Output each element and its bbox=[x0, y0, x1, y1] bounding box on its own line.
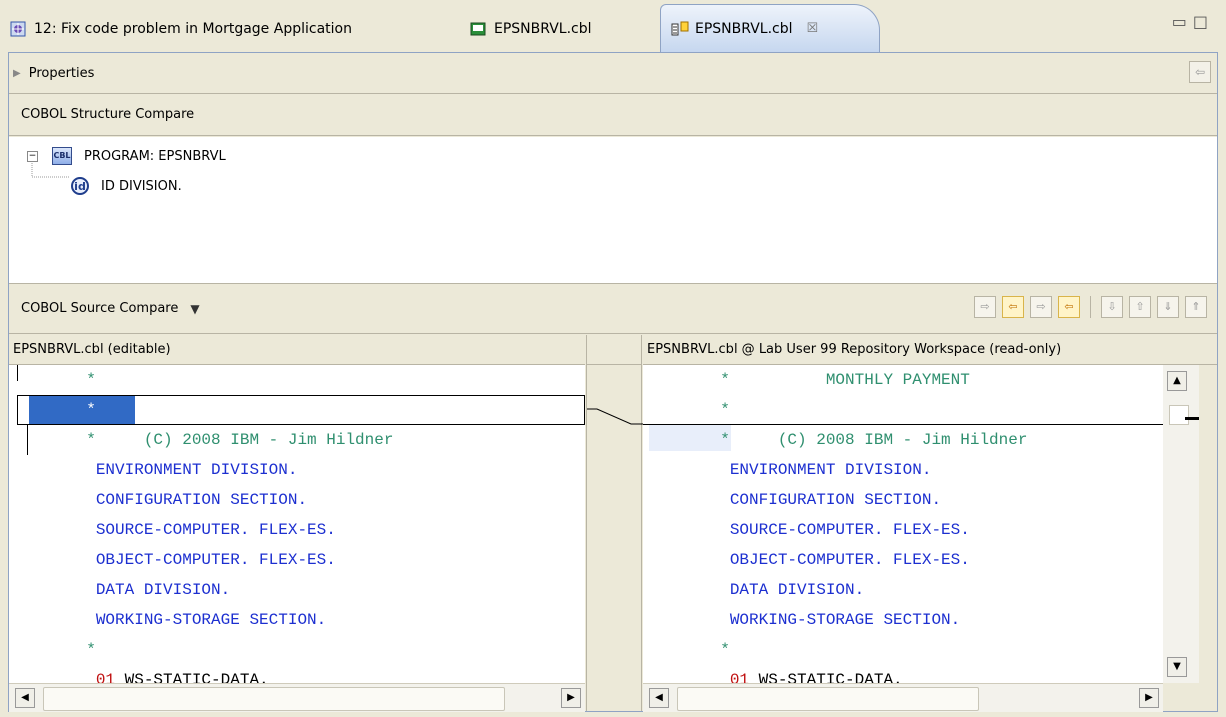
right-pane-title: EPSNBRVL.cbl @ Lab User 99 Repository Wo… bbox=[643, 335, 1217, 365]
code-line[interactable]: OBJECT-COMPUTER. FLEX-ES. bbox=[19, 545, 336, 575]
right-horizontal-scrollbar[interactable]: ◀ ▶ bbox=[643, 683, 1163, 712]
tab-label: EPSNBRVL.cbl bbox=[695, 20, 793, 37]
code-line[interactable]: * MONTHLY PAYMENT bbox=[653, 365, 970, 395]
scroll-right-icon[interactable]: ▶ bbox=[1139, 688, 1159, 708]
scroll-thumb[interactable] bbox=[1169, 405, 1189, 425]
previous-change-icon[interactable]: ⇑ bbox=[1185, 296, 1207, 318]
tree-node-label: ID DIVISION. bbox=[101, 178, 182, 194]
left-horizontal-scrollbar[interactable]: ◀ ▶ bbox=[9, 683, 585, 712]
code-line[interactable]: ENVIRONMENT DIVISION. bbox=[653, 455, 932, 485]
right-code-viewer[interactable]: * MONTHLY PAYMENT * * (C) 2008 IBM - Jim… bbox=[643, 365, 1163, 683]
tab-cobol-file[interactable]: EPSNBRVL.cbl bbox=[470, 8, 650, 50]
structure-compare-header: COBOL Structure Compare bbox=[9, 94, 1217, 136]
code-line[interactable]: OBJECT-COMPUTER. FLEX-ES. bbox=[653, 545, 970, 575]
left-code-editor[interactable]: * * * (C) 2008 IBM - Jim Hildner ENVIRON… bbox=[9, 365, 585, 683]
scroll-thumb[interactable] bbox=[43, 687, 505, 711]
tree-node-id-division[interactable]: id ID DIVISION. bbox=[71, 177, 182, 195]
code-line[interactable]: SOURCE-COMPUTER. FLEX-ES. bbox=[653, 515, 970, 545]
code-line[interactable]: SOURCE-COMPUTER. FLEX-ES. bbox=[19, 515, 336, 545]
tab-label: 12: Fix code problem in Mortgage Applica… bbox=[34, 21, 352, 37]
work-item-icon bbox=[10, 21, 26, 37]
code-line[interactable]: 01 WS-STATIC-DATA. bbox=[653, 665, 903, 683]
expand-triangle-icon[interactable]: ▶ bbox=[13, 68, 21, 79]
diff-gutter bbox=[586, 365, 643, 711]
diff-connector bbox=[587, 408, 643, 425]
left-pane-label: EPSNBRVL.cbl (editable) bbox=[13, 342, 171, 357]
scroll-thumb[interactable] bbox=[677, 687, 979, 711]
code-line[interactable]: * bbox=[19, 365, 96, 395]
source-compare-title: COBOL Source Compare bbox=[21, 301, 179, 316]
copy-current-right-to-left-icon[interactable]: ⇦ bbox=[1058, 296, 1080, 318]
code-line[interactable]: * (C) 2008 IBM - Jim Hildner bbox=[653, 425, 1027, 455]
code-line[interactable]: ENVIRONMENT DIVISION. bbox=[19, 455, 298, 485]
source-compare-header: COBOL Source Compare ▼ ⇨ ⇦ ⇨ ⇦ ⇩ ⇧ ⇓ ⇑ bbox=[9, 284, 1217, 334]
toolbar-separator bbox=[1090, 296, 1091, 318]
code-line[interactable]: WORKING-STORAGE SECTION. bbox=[653, 605, 960, 635]
change-marker bbox=[1185, 417, 1199, 420]
tab-work-item[interactable]: 12: Fix code problem in Mortgage Applica… bbox=[10, 8, 450, 50]
right-pane-label: EPSNBRVL.cbl @ Lab User 99 Repository Wo… bbox=[647, 342, 1062, 357]
window-controls: ▭□ bbox=[1172, 12, 1214, 31]
code-line[interactable]: * bbox=[653, 635, 730, 665]
cobol-file-icon bbox=[470, 21, 486, 37]
properties-section[interactable]: ▶ Properties ⇦ bbox=[9, 53, 1217, 94]
left-pane-title: EPSNBRVL.cbl (editable) bbox=[9, 335, 585, 365]
code-line[interactable]: CONFIGURATION SECTION. bbox=[19, 485, 307, 515]
close-icon[interactable]: ☒ bbox=[807, 21, 819, 36]
copy-all-left-to-right-icon[interactable]: ⇨ bbox=[974, 296, 996, 318]
code-line[interactable]: * bbox=[19, 635, 96, 665]
scroll-right-icon[interactable]: ▶ bbox=[561, 688, 581, 708]
copy-all-right-to-left-icon[interactable]: ⇦ bbox=[1002, 296, 1024, 318]
collapse-icon[interactable]: − bbox=[27, 150, 38, 162]
editor-tab-bar: 12: Fix code problem in Mortgage Applica… bbox=[0, 0, 1226, 52]
id-division-icon: id bbox=[71, 177, 89, 195]
scroll-up-icon[interactable]: ▲ bbox=[1167, 371, 1187, 391]
code-line[interactable]: * (C) 2008 IBM - Jim Hildner bbox=[19, 425, 393, 455]
code-line[interactable]: WORKING-STORAGE SECTION. bbox=[19, 605, 326, 635]
code-line[interactable]: DATA DIVISION. bbox=[653, 575, 864, 605]
code-line[interactable]: * bbox=[653, 395, 730, 425]
right-vertical-scrollbar[interactable]: ▲ ▼ bbox=[1163, 365, 1199, 683]
tab-label: EPSNBRVL.cbl bbox=[494, 21, 592, 37]
minimize-icon[interactable]: ▭ bbox=[1172, 12, 1193, 31]
copy-current-left-to-right-icon[interactable]: ⇨ bbox=[1030, 296, 1052, 318]
next-change-icon[interactable]: ⇓ bbox=[1157, 296, 1179, 318]
tree-node-label: PROGRAM: EPSNBRVL bbox=[84, 148, 226, 164]
tab-compare-editor[interactable]: EPSNBRVL.cbl ☒ bbox=[660, 4, 880, 52]
navigate-back-icon[interactable]: ⇦ bbox=[1189, 61, 1211, 83]
code-line[interactable]: CONFIGURATION SECTION. bbox=[653, 485, 941, 515]
structure-compare-title: COBOL Structure Compare bbox=[21, 107, 195, 122]
code-line[interactable]: 01 WS-STATIC-DATA. bbox=[19, 665, 269, 683]
next-difference-icon[interactable]: ⇩ bbox=[1101, 296, 1123, 318]
compare-icon bbox=[671, 21, 689, 37]
scroll-down-icon[interactable]: ▼ bbox=[1167, 657, 1187, 677]
code-line[interactable]: DATA DIVISION. bbox=[19, 575, 230, 605]
properties-label: Properties bbox=[28, 65, 95, 81]
center-gutter-header bbox=[586, 335, 642, 365]
scroll-left-icon[interactable]: ◀ bbox=[15, 688, 35, 708]
chevron-down-icon[interactable]: ▼ bbox=[190, 302, 199, 316]
maximize-icon[interactable]: □ bbox=[1193, 12, 1214, 31]
code-line[interactable]: * bbox=[19, 395, 96, 425]
compare-toolbar: ⇨ ⇦ ⇨ ⇦ ⇩ ⇧ ⇓ ⇑ bbox=[974, 296, 1207, 318]
scroll-left-icon[interactable]: ◀ bbox=[649, 688, 669, 708]
structure-tree: − CBL PROGRAM: EPSNBRVL id ID DIVISION. bbox=[9, 137, 1217, 284]
previous-difference-icon[interactable]: ⇧ bbox=[1129, 296, 1151, 318]
